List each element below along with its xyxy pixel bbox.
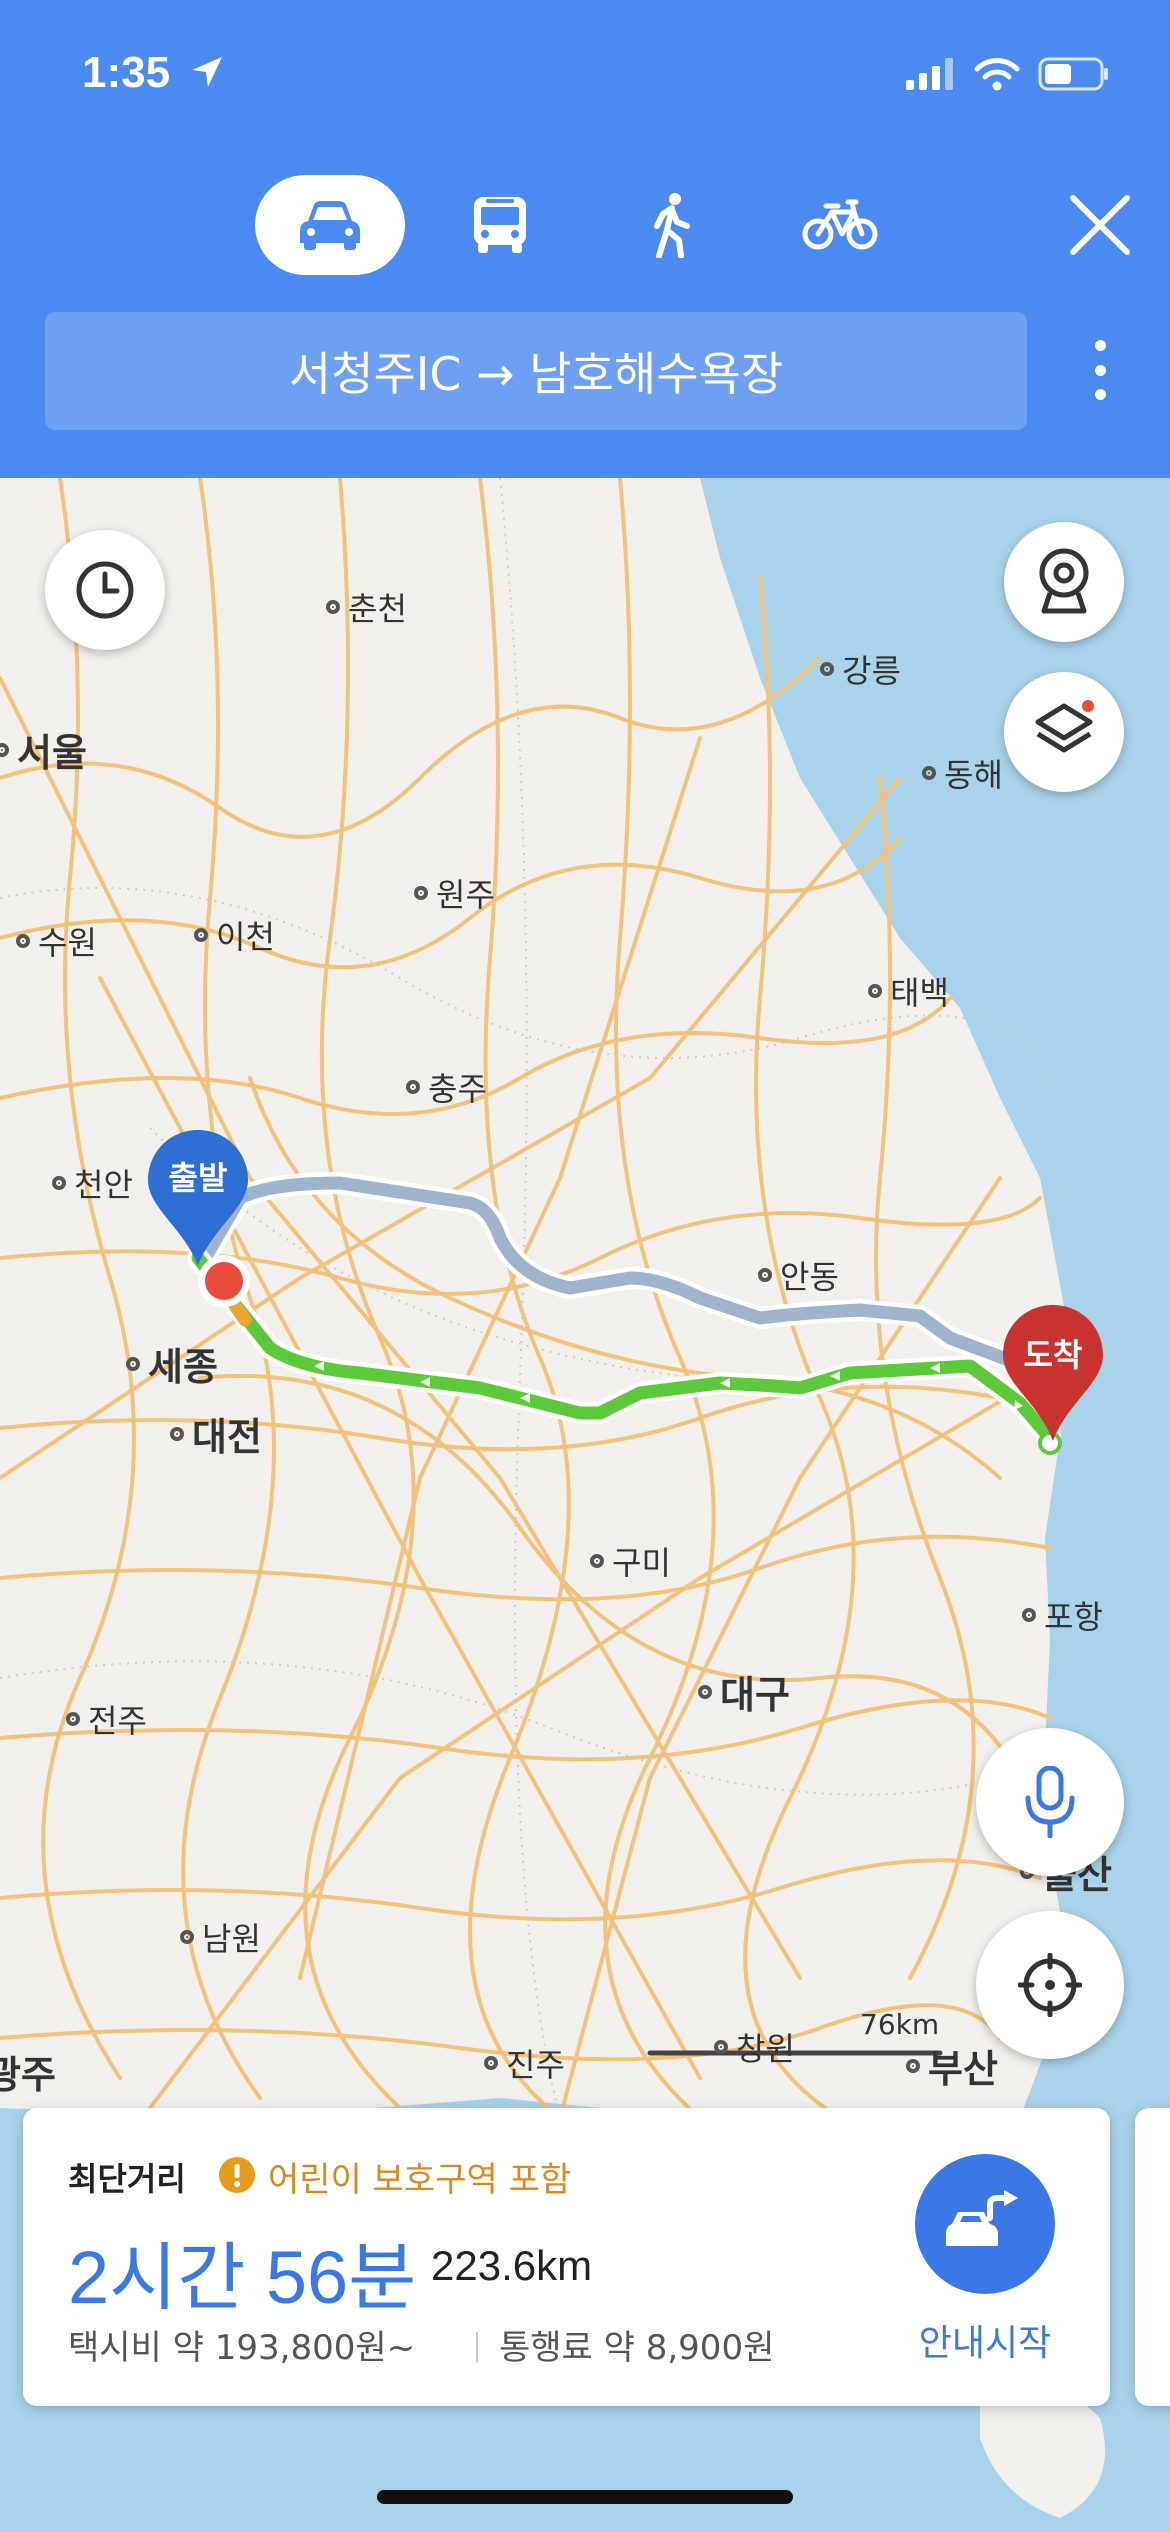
city-daegu: 대구: [698, 1664, 790, 1719]
city-taebaek: 태백: [868, 968, 949, 1014]
city-namwon: 남원: [180, 1914, 261, 1960]
status-time: 1:35: [82, 48, 171, 97]
city-icheon: 이천: [194, 912, 275, 958]
city-chungju: 충주: [406, 1064, 487, 1110]
top-header: 1:35 서청주IC → 남호해수욕장: [0, 0, 1170, 478]
route-text: 서청주IC → 남호해수욕장: [288, 347, 784, 401]
taxi-fare: 택시비 약 193,800원~: [68, 2328, 416, 2368]
route-summary-card[interactable]: 최단거리 어린이 보호구역 포함 2시간 56분 223.6km 택시비 약 1…: [23, 2108, 1110, 2406]
battery-icon: [1038, 57, 1108, 91]
microphone-icon: [1025, 1766, 1075, 1838]
close-icon[interactable]: [1065, 190, 1135, 260]
layers-icon: [1035, 700, 1094, 753]
city-sejong: 세종: [126, 1336, 218, 1391]
transport-mode-bar: [255, 175, 955, 277]
voice-search-button[interactable]: [976, 1728, 1124, 1876]
city-donghae: 동해: [922, 750, 1003, 796]
more-dot: [1094, 389, 1106, 400]
cctv-camera-icon: [1039, 548, 1089, 614]
city-busan: 부산: [906, 2038, 998, 2093]
navigation-car-arrow-icon: [946, 2190, 1018, 2246]
streetview-button[interactable]: [1004, 522, 1124, 642]
my-location-button[interactable]: [976, 1911, 1124, 2059]
mode-bus-button[interactable]: [425, 175, 575, 275]
start-pin-label: 출발: [168, 1159, 228, 1197]
status-indicators: [906, 56, 1110, 92]
child-zone-warning: 어린이 보호구역 포함: [268, 2160, 572, 2200]
warning-icon: [219, 2157, 255, 2193]
city-cheonan: 천안: [52, 1160, 133, 1206]
mode-walk-button[interactable]: [595, 175, 745, 275]
distance: 223.6km: [431, 2242, 593, 2289]
more-dot: [1094, 340, 1106, 351]
start-navigation-label[interactable]: 안내시작: [885, 2314, 1085, 2366]
start-navigation-button[interactable]: [915, 2154, 1055, 2294]
bicycle-icon: [802, 199, 878, 250]
route-type-label: 최단거리: [68, 2160, 186, 2198]
duration: 2시간 56분: [68, 2236, 417, 2319]
city-gwangju-partial: 광주: [0, 2053, 56, 2097]
map-layers-button[interactable]: [1004, 672, 1124, 792]
route-search-field[interactable]: 서청주IC → 남호해수욕장: [45, 312, 1027, 430]
more-dot: [1094, 364, 1106, 376]
next-route-card-peek[interactable]: [1135, 2108, 1170, 2406]
city-wonju: 원주: [414, 870, 495, 916]
scale-label: 76km: [860, 2008, 940, 2041]
city-seoul: 서울: [0, 722, 87, 777]
city-jinju: 진주: [484, 2040, 565, 2086]
location-arrow-icon: [192, 57, 222, 87]
city-gangneung: 강릉: [820, 646, 901, 692]
car-icon: [300, 201, 360, 250]
city-pohang: 포항: [1022, 1592, 1103, 1638]
city-gumi: 구미: [590, 1538, 671, 1584]
fare-divider: [476, 2332, 478, 2362]
city-suwon: 수원: [16, 918, 97, 964]
mode-car-button[interactable]: [255, 175, 405, 275]
bus-icon: [474, 197, 526, 253]
toll-fee: 통행료 약 8,900원: [499, 2328, 775, 2368]
home-indicator: [377, 2490, 793, 2504]
city-changwon: 창원: [714, 2024, 795, 2070]
crosshair-icon: [1018, 1953, 1082, 2017]
mode-bike-button[interactable]: [765, 175, 915, 275]
clock-icon: [76, 561, 134, 619]
cellular-signal-icon: [906, 58, 953, 90]
end-pin-label: 도착: [1023, 1336, 1083, 1374]
walking-icon: [654, 193, 690, 258]
more-options-button[interactable]: [1080, 330, 1120, 410]
recent-history-button[interactable]: [45, 530, 165, 650]
city-jeonju: 전주: [66, 1696, 147, 1742]
city-daejeon: 대전: [170, 1406, 262, 1461]
city-andong: 안동: [758, 1252, 839, 1298]
city-chuncheon: 춘천: [326, 584, 407, 630]
wifi-icon: [974, 58, 1020, 91]
